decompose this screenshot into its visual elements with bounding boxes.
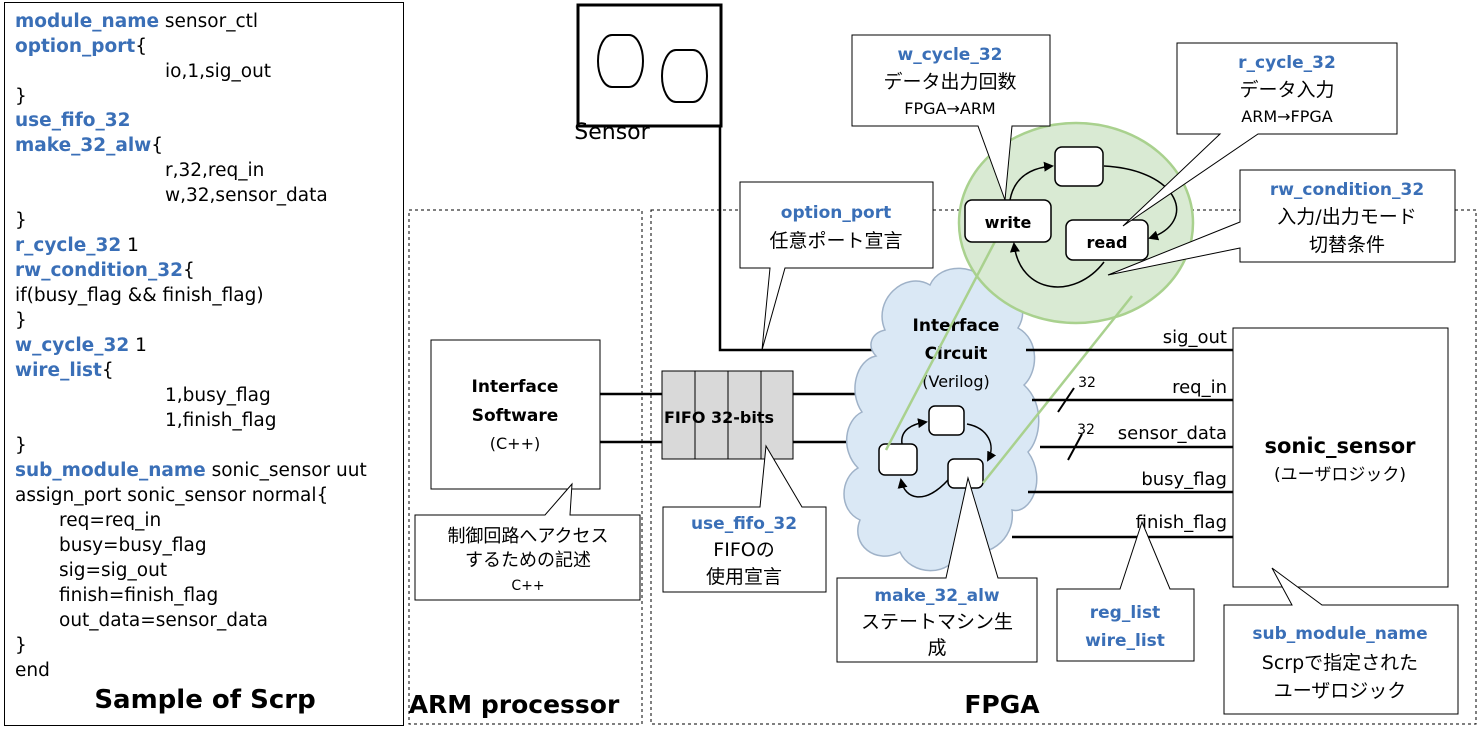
code-line: } <box>15 435 27 456</box>
code-line: io,1,sig_out <box>165 61 272 82</box>
callout-use-fifo-line2: 使用宣言 <box>706 566 782 588</box>
callout-r-cycle-line1: データ入力 <box>1239 79 1334 101</box>
callout-rw-condition-line1: 入力/出力モード <box>1277 206 1416 228</box>
code-line: sig=sig_out <box>59 560 168 581</box>
callout-make-alw-line1: ステートマシン生 <box>861 611 1013 633</box>
bus-width-label-2: 32 <box>1077 422 1095 438</box>
code-line: rw_condition_32{ <box>15 260 195 281</box>
callout-sub-module: sub_module_name Scrpで指定された ユーザロジック <box>1223 567 1459 715</box>
callout-use-fifo-keyword: use_fifo_32 <box>691 514 797 534</box>
callout-use-fifo-line1: FIFOの <box>713 539 774 561</box>
interface-software-lang: (C++) <box>490 434 540 453</box>
code-line: w,32,sensor_data <box>165 185 328 206</box>
callout-software: 制御回路へアクセス するための記述 C++ <box>414 482 641 601</box>
callout-sub-module-line2: ユーザロジック <box>1274 680 1407 702</box>
code-line: } <box>15 310 27 331</box>
signal-label-sig-out: sig_out <box>1163 327 1227 348</box>
interface-circuit-title-1: Interface <box>913 316 1000 336</box>
code-line: wire_list{ <box>15 360 114 381</box>
scrp-code-panel: module_name sensor_ctl option_port{ io,1… <box>4 2 404 726</box>
callout-use-fifo: use_fifo_32 FIFOの 使用宣言 <box>662 444 827 593</box>
sensor-label: Sensor <box>574 120 650 145</box>
signal-label-sensor-data: sensor_data <box>1118 423 1227 444</box>
sonic-sensor-title: sonic_sensor <box>1265 434 1417 458</box>
sensor-device <box>576 3 723 128</box>
code-line: module_name sensor_ctl <box>15 11 259 32</box>
callout-sub-module-line1: Scrpで指定された <box>1262 652 1418 674</box>
interface-software-title-2: Software <box>472 406 559 426</box>
code-line: out_data=sensor_data <box>59 610 268 631</box>
callout-w-cycle-line2: FPGA→ARM <box>904 99 995 118</box>
code-line: finish=finish_flag <box>59 585 219 606</box>
bus-width-label-1: 32 <box>1078 375 1096 391</box>
callout-reg-list-keyword-1: reg_list <box>1090 603 1160 623</box>
code-line: assign_port sonic_sensor normal{ <box>15 485 329 506</box>
callout-reg-list: reg_list wire_list <box>1056 520 1195 662</box>
signal-label-busy-flag: busy_flag <box>1141 469 1227 490</box>
callout-software-line2: するための記述 <box>465 550 591 571</box>
callout-make-alw-keyword: make_32_alw <box>874 586 1000 606</box>
code-line: sub_module_name sonic_sensor uut <box>15 460 367 481</box>
callout-make-alw-line2: 成 <box>927 637 946 659</box>
callout-software-line1: 制御回路へアクセス <box>447 526 608 547</box>
code-line: make_32_alw{ <box>15 135 164 156</box>
code-line: use_fifo_32 <box>15 110 131 131</box>
signal-label-req-in: req_in <box>1172 377 1227 398</box>
callout-r-cycle-keyword: r_cycle_32 <box>1238 53 1336 73</box>
callout-software-line3: C++ <box>511 578 544 594</box>
callout-rw-condition-keyword: rw_condition_32 <box>1270 180 1424 200</box>
code-line: req=req_in <box>59 510 162 531</box>
signal-label-finish-flag: finish_flag <box>1136 512 1227 533</box>
code-line: r_cycle_32 1 <box>15 235 139 256</box>
code-line: option_port{ <box>15 36 147 57</box>
code-line: end <box>15 660 50 681</box>
fsm-write-label: write <box>985 213 1032 232</box>
callout-sub-module-keyword: sub_module_name <box>1252 624 1427 644</box>
code-panel-title: Sample of Scrp <box>94 685 316 715</box>
interface-circuit-title-2: Circuit <box>925 344 988 364</box>
fifo-label: FIFO 32-bits <box>664 408 774 427</box>
callout-option-port-keyword: option_port <box>781 203 891 223</box>
callout-rw-condition-line2: 切替条件 <box>1309 234 1385 256</box>
code-line: busy=busy_flag <box>59 535 207 556</box>
callout-w-cycle-line1: データ出力回数 <box>883 71 1016 93</box>
arm-processor-label: ARM processor <box>409 690 620 719</box>
code-line: if(busy_flag && finish_flag) <box>15 285 264 306</box>
code-line: } <box>15 210 27 231</box>
fsm-state-top <box>1054 146 1104 187</box>
code-line: } <box>15 635 27 656</box>
fsm-read-label: read <box>1087 233 1128 252</box>
code-line: 1,finish_flag <box>165 410 277 431</box>
callout-r-cycle-line2: ARM→FPGA <box>1241 107 1333 126</box>
code-line: 1,busy_flag <box>165 385 271 406</box>
interface-circuit-lang: (Verilog) <box>922 372 989 391</box>
callout-reg-list-keyword-2: wire_list <box>1085 631 1165 651</box>
interface-software-title-1: Interface <box>472 377 559 397</box>
callout-w-cycle-keyword: w_cycle_32 <box>898 45 1003 65</box>
code-line: } <box>15 86 27 107</box>
code-line: r,32,req_in <box>165 160 265 181</box>
sonic-sensor-subtitle: (ユーザロジック) <box>1274 465 1406 485</box>
code-line: w_cycle_32 1 <box>15 335 147 356</box>
callout-option-port-line1: 任意ポート宣言 <box>769 230 902 252</box>
fpga-label: FPGA <box>964 690 1040 719</box>
